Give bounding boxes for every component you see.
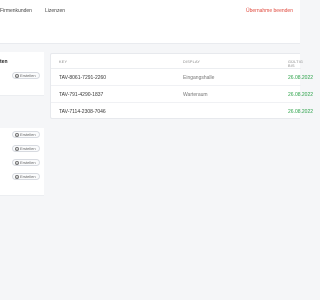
license-valid-until: 26.08.2022: [288, 75, 314, 81]
table-row[interactable]: TAV-7114-2308-7046 26.08.2022: [51, 103, 313, 120]
create-button-label: Erstellen: [20, 132, 36, 137]
sidebar-list: + Erstellen + Erstellen + Erstellen + Er…: [0, 128, 44, 196]
license-display: Warteraum: [183, 92, 208, 98]
license-table: KEY DISPLAY GÜLTIG BIS TAV-8061-7291-226…: [50, 53, 313, 120]
nav-licenses[interactable]: Lizenzen: [45, 8, 65, 14]
license-key: TAV-8061-7291-2260: [59, 75, 107, 81]
sidebar-panel: ten + Erstellen: [0, 52, 44, 96]
top-navigation-bar: Firmenkunden Lizenzen Übernahme beenden: [0, 0, 300, 44]
sidebar: ten + Erstellen + Erstellen + Erstellen …: [0, 52, 44, 200]
license-display: Eingangshalle: [183, 75, 215, 81]
create-button[interactable]: + Erstellen: [12, 145, 40, 152]
create-button-label: Erstellen: [20, 73, 36, 78]
create-button[interactable]: + Erstellen: [12, 159, 40, 166]
plus-circle-icon: +: [15, 132, 19, 137]
create-button-label: Erstellen: [20, 146, 36, 151]
column-header-key[interactable]: KEY: [59, 60, 67, 64]
end-takeover-link[interactable]: Übernahme beenden: [246, 8, 293, 14]
license-valid-until: 26.08.2022: [288, 92, 314, 98]
table-row[interactable]: TAV-8061-7291-2260 Eingangshalle 26.08.2…: [51, 69, 313, 86]
nav-firm-customers[interactable]: Firmenkunden: [0, 8, 32, 14]
sidebar-title: ten: [0, 59, 8, 65]
create-button-label: Erstellen: [20, 160, 36, 165]
column-header-valid-until[interactable]: GÜLTIG BIS: [288, 60, 303, 68]
create-button[interactable]: + Erstellen: [12, 131, 40, 138]
table-row[interactable]: TAV-791-4290-1837 Warteraum 26.08.2022: [51, 86, 313, 103]
plus-circle-icon: +: [15, 174, 19, 179]
license-valid-until: 26.08.2022: [288, 109, 314, 115]
column-header-display[interactable]: DISPLAY: [183, 60, 200, 64]
table-header: KEY DISPLAY GÜLTIG BIS: [51, 54, 303, 69]
plus-circle-icon: +: [15, 146, 19, 151]
license-key: TAV-791-4290-1837: [59, 92, 104, 98]
plus-circle-icon: +: [15, 160, 19, 165]
license-key: TAV-7114-2308-7046: [59, 109, 106, 115]
create-button-label: Erstellen: [20, 174, 36, 179]
create-button[interactable]: + Erstellen: [12, 72, 40, 79]
create-button[interactable]: + Erstellen: [12, 173, 40, 180]
plus-circle-icon: +: [15, 73, 19, 78]
